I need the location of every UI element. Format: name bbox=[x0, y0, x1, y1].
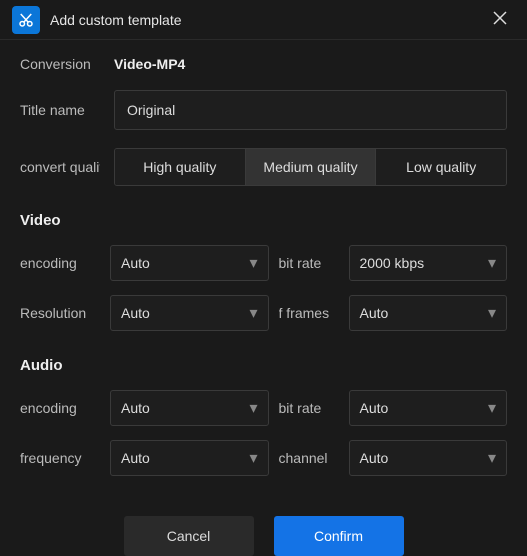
quality-high-button[interactable]: High quality bbox=[115, 149, 246, 185]
video-bitrate-select[interactable]: 2000 kbps ▾ bbox=[349, 245, 508, 281]
chevron-down-icon: ▾ bbox=[488, 253, 496, 273]
title-name-input[interactable] bbox=[114, 90, 507, 130]
audio-channel-select[interactable]: Auto ▾ bbox=[349, 440, 508, 476]
video-heading: Video bbox=[20, 212, 507, 229]
audio-frequency-value: Auto bbox=[121, 450, 150, 466]
audio-bitrate-select[interactable]: Auto ▾ bbox=[349, 390, 508, 426]
video-resolution-select[interactable]: Auto ▾ bbox=[110, 295, 269, 331]
chevron-down-icon: ▾ bbox=[488, 303, 496, 323]
footer: Cancel Confirm bbox=[20, 516, 507, 556]
quality-medium-button[interactable]: Medium quality bbox=[246, 149, 377, 185]
chevron-down-icon: ▾ bbox=[488, 398, 496, 418]
close-icon bbox=[493, 11, 507, 25]
chevron-down-icon: ▾ bbox=[488, 448, 496, 468]
chevron-down-icon: ▾ bbox=[249, 303, 257, 323]
audio-frequency-select[interactable]: Auto ▾ bbox=[110, 440, 269, 476]
window-title: Add custom template bbox=[50, 12, 485, 28]
video-encoding-value: Auto bbox=[121, 255, 150, 271]
audio-encoding-label: encoding bbox=[20, 400, 100, 416]
audio-bitrate-label: bit rate bbox=[279, 400, 339, 416]
video-bitrate-value: 2000 kbps bbox=[360, 255, 425, 271]
audio-heading: Audio bbox=[20, 357, 507, 374]
audio-frequency-label: frequency bbox=[20, 450, 100, 466]
audio-encoding-select[interactable]: Auto ▾ bbox=[110, 390, 269, 426]
video-resolution-label: Resolution bbox=[20, 305, 100, 321]
video-encoding-select[interactable]: Auto ▾ bbox=[110, 245, 269, 281]
video-frames-select[interactable]: Auto ▾ bbox=[349, 295, 508, 331]
quality-label: convert quality bbox=[20, 159, 100, 175]
video-resolution-value: Auto bbox=[121, 305, 150, 321]
quality-low-button[interactable]: Low quality bbox=[376, 149, 506, 185]
title-name-label: Title name bbox=[20, 102, 100, 118]
audio-encoding-value: Auto bbox=[121, 400, 150, 416]
video-bitrate-label: bit rate bbox=[279, 255, 339, 271]
cancel-button[interactable]: Cancel bbox=[124, 516, 254, 556]
quality-group: High quality Medium quality Low quality bbox=[114, 148, 507, 186]
app-icon bbox=[12, 6, 40, 34]
chevron-down-icon: ▾ bbox=[249, 448, 257, 468]
scissors-icon bbox=[17, 11, 35, 29]
titlebar: Add custom template bbox=[0, 0, 527, 40]
confirm-button[interactable]: Confirm bbox=[274, 516, 404, 556]
conversion-value: Video-MP4 bbox=[114, 56, 185, 72]
close-button[interactable] bbox=[485, 5, 515, 34]
chevron-down-icon: ▾ bbox=[249, 253, 257, 273]
video-frames-label: f frames bbox=[279, 305, 339, 321]
audio-channel-value: Auto bbox=[360, 450, 389, 466]
chevron-down-icon: ▾ bbox=[249, 398, 257, 418]
conversion-label: Conversion bbox=[20, 56, 100, 72]
audio-bitrate-value: Auto bbox=[360, 400, 389, 416]
audio-channel-label: channel bbox=[279, 450, 339, 466]
video-encoding-label: encoding bbox=[20, 255, 100, 271]
video-frames-value: Auto bbox=[360, 305, 389, 321]
